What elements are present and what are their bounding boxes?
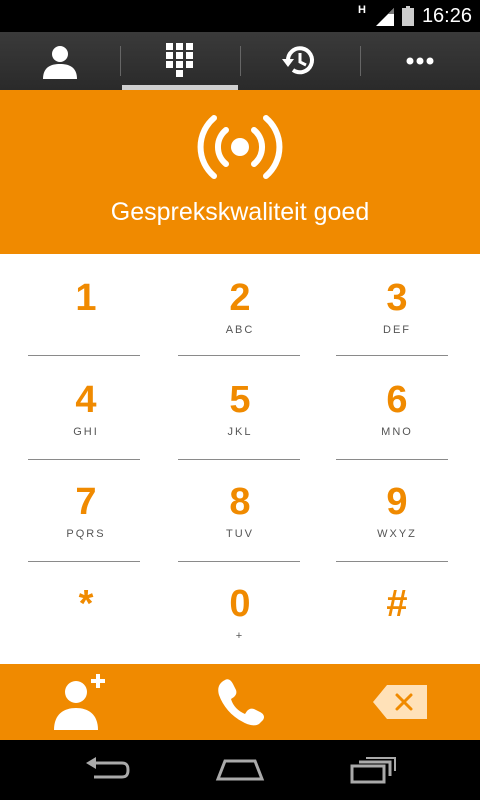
tab-contacts[interactable]: [0, 32, 120, 90]
key-digit: 5: [229, 379, 251, 421]
key-4[interactable]: 4 GHI: [6, 356, 166, 458]
nav-recents-button[interactable]: [293, 740, 453, 800]
key-letters: WXYZ: [377, 528, 417, 540]
recents-icon: [350, 757, 396, 784]
backspace-button[interactable]: [320, 664, 480, 740]
key-digit: 7: [75, 481, 97, 523]
more-icon: [406, 57, 434, 65]
battery-icon: [401, 6, 414, 26]
tab-more[interactable]: [360, 32, 480, 90]
key-letters: JKL: [227, 426, 253, 438]
key-digit: #: [386, 583, 408, 625]
key-digit: 2: [229, 277, 251, 319]
key-digit: 0: [229, 583, 251, 625]
dialpad-icon: [166, 43, 193, 77]
signal-strength-icon: [375, 8, 394, 26]
key-8[interactable]: 8 TUV: [160, 458, 320, 560]
key-digit: 1: [75, 277, 97, 319]
key-2[interactable]: 2 ABC: [160, 254, 320, 356]
phone-call-icon: [218, 679, 264, 726]
key-digit: 4: [75, 379, 97, 421]
key-hash[interactable]: #: [317, 560, 477, 662]
key-letters: TUV: [226, 528, 254, 540]
tab-history[interactable]: [240, 32, 360, 90]
status-time: 16:26: [421, 4, 472, 27]
key-6[interactable]: 6 MNO: [317, 356, 477, 458]
key-letters: ABC: [225, 324, 255, 336]
key-digit: 9: [386, 481, 408, 523]
signal-broadcast-icon: [197, 115, 283, 179]
key-letters: MNO: [381, 426, 413, 438]
key-digit: *: [78, 583, 94, 625]
backspace-icon: [373, 685, 427, 719]
network-type-label: H: [357, 4, 366, 16]
top-tab-bar: [0, 32, 480, 90]
add-contact-icon: [54, 674, 105, 730]
key-9[interactable]: 9 WXYZ: [317, 458, 477, 560]
key-3[interactable]: 3 DEF: [317, 254, 477, 356]
system-nav-bar: [0, 740, 480, 800]
status-bar: H 16:26: [0, 0, 480, 32]
key-0[interactable]: 0 +: [160, 560, 320, 662]
key-star[interactable]: *: [6, 560, 166, 662]
dialer-action-bar: [0, 664, 480, 740]
key-1[interactable]: 1: [6, 254, 166, 356]
key-letters: PQRS: [66, 528, 106, 540]
key-letters: GHI: [73, 426, 99, 438]
key-digit: 3: [386, 277, 408, 319]
dialpad: 1 2 ABC 3 DEF 4 GHI 5 JKL 6 MNO 7 PQRS 8…: [0, 254, 480, 664]
key-letters: +: [235, 630, 245, 642]
call-quality-text: Gesprekskwaliteit goed: [110, 198, 370, 226]
home-icon: [215, 759, 265, 781]
key-letters: DEF: [383, 324, 411, 336]
back-icon: [86, 757, 130, 779]
tab-dialpad[interactable]: [120, 32, 240, 90]
call-button[interactable]: [160, 664, 320, 740]
call-quality-banner: Gesprekskwaliteit goed: [0, 90, 480, 254]
history-icon: [282, 46, 314, 75]
key-5[interactable]: 5 JKL: [160, 356, 320, 458]
key-digit: 6: [386, 379, 408, 421]
key-digit: 8: [229, 481, 251, 523]
key-7[interactable]: 7 PQRS: [6, 458, 166, 560]
add-contact-button[interactable]: [0, 664, 160, 740]
contacts-icon: [43, 46, 77, 79]
